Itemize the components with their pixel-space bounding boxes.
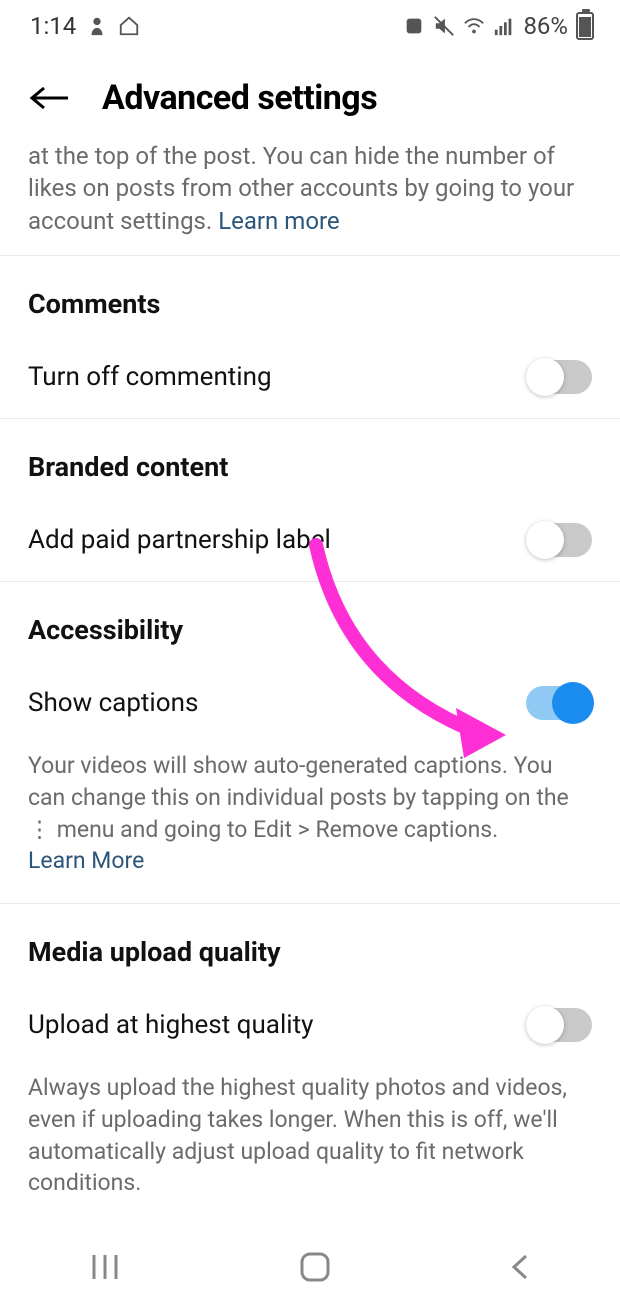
recents-icon bbox=[88, 1253, 122, 1281]
home-icon bbox=[118, 15, 140, 37]
accessibility-description: Your videos will show auto-generated cap… bbox=[0, 744, 620, 903]
mute-icon bbox=[433, 15, 455, 37]
arrow-left-icon bbox=[28, 83, 72, 113]
toggle-paid-partnership[interactable] bbox=[526, 523, 592, 557]
section-title-accessibility: Accessibility bbox=[0, 582, 620, 662]
row-label-turn-off-commenting: Turn off commenting bbox=[28, 362, 272, 392]
section-title-comments: Comments bbox=[0, 256, 620, 336]
row-label-upload-highest-quality: Upload at highest quality bbox=[28, 1010, 313, 1040]
page-title: Advanced settings bbox=[102, 78, 377, 118]
intro-learn-more-link[interactable]: Learn more bbox=[218, 207, 339, 235]
row-paid-partnership: Add paid partnership label bbox=[0, 499, 620, 581]
nav-back-button[interactable] bbox=[508, 1252, 532, 1286]
status-app-icon bbox=[86, 15, 108, 37]
section-comments: Comments Turn off commenting bbox=[0, 255, 620, 418]
wifi-icon bbox=[463, 15, 485, 37]
row-show-captions: Show captions bbox=[0, 662, 620, 744]
nav-home-button[interactable] bbox=[298, 1250, 332, 1288]
section-title-branded: Branded content bbox=[0, 419, 620, 499]
nav-recents-button[interactable] bbox=[88, 1253, 122, 1285]
section-title-media: Media upload quality bbox=[0, 904, 620, 984]
section-media-upload: Media upload quality Upload at highest q… bbox=[0, 903, 620, 1225]
row-label-paid-partnership: Add paid partnership label bbox=[28, 525, 331, 555]
status-bar: 1:14 86% bbox=[0, 0, 620, 50]
back-button[interactable] bbox=[28, 83, 72, 113]
intro-text: at the top of the post. You can hide the… bbox=[0, 140, 620, 255]
section-accessibility: Accessibility Show captions Your videos … bbox=[0, 581, 620, 903]
battery-icon bbox=[576, 12, 594, 40]
battery-percent: 86% bbox=[523, 12, 568, 40]
back-nav-icon bbox=[508, 1252, 532, 1282]
android-nav-bar bbox=[0, 1229, 620, 1309]
status-time: 1:14 bbox=[30, 12, 76, 40]
recycle-icon bbox=[403, 15, 425, 37]
page-header: Advanced settings bbox=[0, 50, 620, 140]
row-upload-highest-quality: Upload at highest quality bbox=[0, 984, 620, 1066]
row-turn-off-commenting: Turn off commenting bbox=[0, 336, 620, 418]
signal-icon bbox=[493, 15, 515, 37]
toggle-upload-highest-quality[interactable] bbox=[526, 1008, 592, 1042]
toggle-turn-off-commenting[interactable] bbox=[526, 360, 592, 394]
accessibility-desc-text: Your videos will show auto-generated cap… bbox=[28, 752, 569, 842]
section-branded-content: Branded content Add paid partnership lab… bbox=[0, 418, 620, 581]
media-description: Always upload the highest quality photos… bbox=[0, 1066, 620, 1225]
toggle-show-captions[interactable] bbox=[526, 686, 592, 720]
row-label-show-captions: Show captions bbox=[28, 688, 198, 718]
media-desc-text: Always upload the highest quality photos… bbox=[28, 1074, 567, 1196]
accessibility-learn-more-link[interactable]: Learn More bbox=[28, 847, 144, 874]
home-nav-icon bbox=[298, 1250, 332, 1284]
